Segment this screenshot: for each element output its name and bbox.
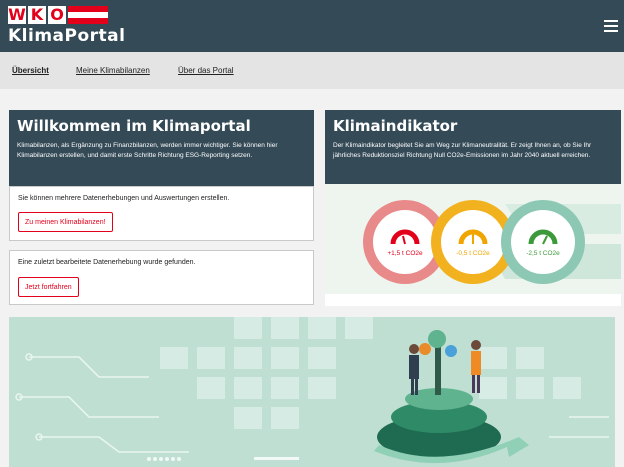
klimabilanzen-section: Sie können mehrere Datenerhebungen und A… — [9, 186, 314, 241]
gauge-green: -2,5 t CO2e — [501, 200, 585, 284]
welcome-card-header: Willkommen im Klimaportal Klimabilanzen,… — [9, 110, 314, 186]
climate-illustration-banner — [9, 317, 615, 467]
nav-item-uebersicht[interactable]: Übersicht — [12, 66, 49, 75]
section-2-text: Eine zuletzt bearbeitete Datenerhebung w… — [18, 259, 196, 266]
logo-letter-o: O — [48, 6, 66, 24]
indicator-gauges-area: +1,5 t CO2e -0,5 t CO2e -2,5 t CO2e — [325, 184, 621, 294]
gauge-red-value: +1,5 t CO2e — [387, 250, 423, 257]
austria-flag-icon — [68, 6, 108, 24]
welcome-title: Willkommen im Klimaportal — [17, 117, 251, 135]
logo-subtitle: KlimaPortal — [8, 26, 126, 46]
section-1-text: Sie können mehrere Datenerhebungen und A… — [18, 195, 230, 202]
main-navigation: Übersicht Meine Klimabilanzen Über das P… — [0, 52, 624, 89]
logo-letter-w: W — [8, 5, 26, 24]
gauge-yellow-value: -0,5 t CO2e — [456, 250, 490, 257]
gauge-green-value: -2,5 t CO2e — [526, 250, 560, 257]
nav-item-ueber-das-portal[interactable]: Über das Portal — [178, 66, 234, 75]
klimaindikator-card-header: Klimaindikator Der Klimaindikator beglei… — [325, 110, 621, 184]
klimaindikator-title: Klimaindikator — [333, 117, 458, 135]
top-header: W K O KlimaPortal — [0, 0, 624, 52]
welcome-text: Klimabilanzen, als Ergänzung zu Finanzbi… — [17, 142, 278, 159]
hamburger-menu-icon[interactable] — [604, 20, 618, 32]
zu-meinen-klimabilanzen-button[interactable]: Zu meinen Klimabilanzen! — [18, 212, 113, 232]
jetzt-fortfahren-button[interactable]: Jetzt fortfahren — [18, 277, 79, 297]
welcome-card: Willkommen im Klimaportal Klimabilanzen,… — [9, 110, 314, 186]
klimaindikator-card: Klimaindikator Der Klimaindikator beglei… — [325, 110, 621, 306]
continue-section: Eine zuletzt bearbeitete Datenerhebung w… — [9, 250, 314, 305]
nav-item-meine-klimabilanzen[interactable]: Meine Klimabilanzen — [76, 66, 150, 75]
logo-letter-k: K — [28, 6, 46, 24]
wko-logo[interactable]: W K O KlimaPortal — [8, 6, 125, 46]
klimaindikator-text: Der Klimaindikator begleitet Sie am Weg … — [333, 142, 592, 159]
sustainability-illustration-icon — [15, 317, 609, 464]
